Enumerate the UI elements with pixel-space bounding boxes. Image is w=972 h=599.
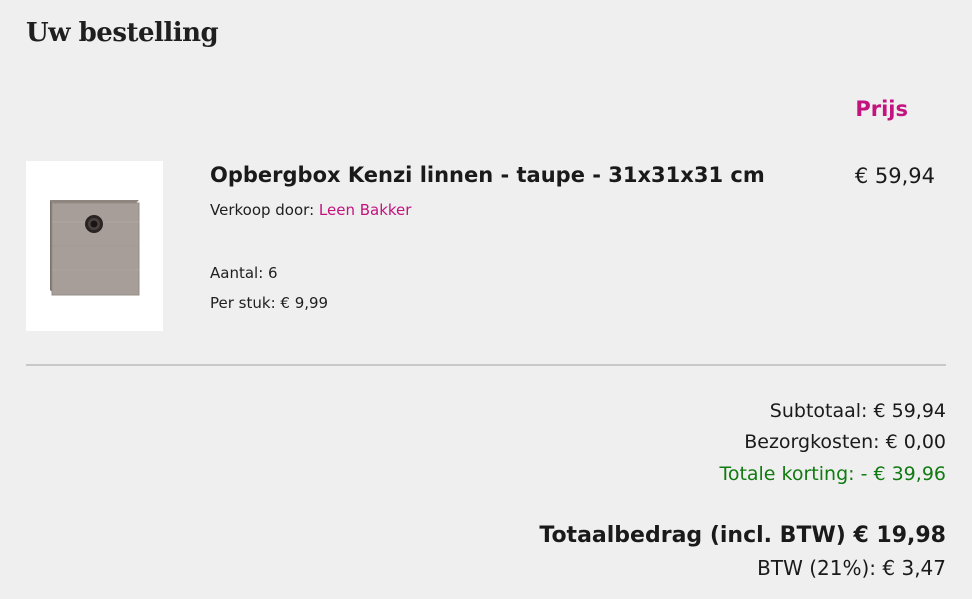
- seller-link[interactable]: Leen Bakker: [319, 201, 412, 219]
- divider: [26, 364, 946, 366]
- grand-total-text: Totaalbedrag (incl. BTW) € 19,98: [539, 523, 946, 548]
- vat-text: BTW (21%): € 3,47: [757, 556, 946, 580]
- product-image[interactable]: [26, 161, 163, 331]
- unit-price-text: Per stuk: € 9,99: [210, 294, 329, 312]
- storage-box-icon: [50, 200, 140, 296]
- discount-text: Totale korting: - € 39,96: [719, 463, 946, 485]
- seller-info: Verkoop door: Leen Bakker: [210, 201, 411, 219]
- seller-label: Verkoop door:: [210, 201, 315, 219]
- page-title: Uw bestelling: [26, 18, 219, 48]
- subtotal-text: Subtotaal: € 59,94: [769, 400, 946, 422]
- product-price: € 59,94: [854, 164, 935, 188]
- quantity-text: Aantal: 6: [210, 264, 278, 282]
- shipping-cost-text: Bezorgkosten: € 0,00: [744, 431, 946, 453]
- price-column-header: Prijs: [855, 97, 908, 121]
- product-name[interactable]: Opbergbox Kenzi linnen - taupe - 31x31x3…: [210, 163, 765, 187]
- order-summary-page: Uw bestelling Prijs Opbergbox Kenzi linn…: [0, 0, 972, 599]
